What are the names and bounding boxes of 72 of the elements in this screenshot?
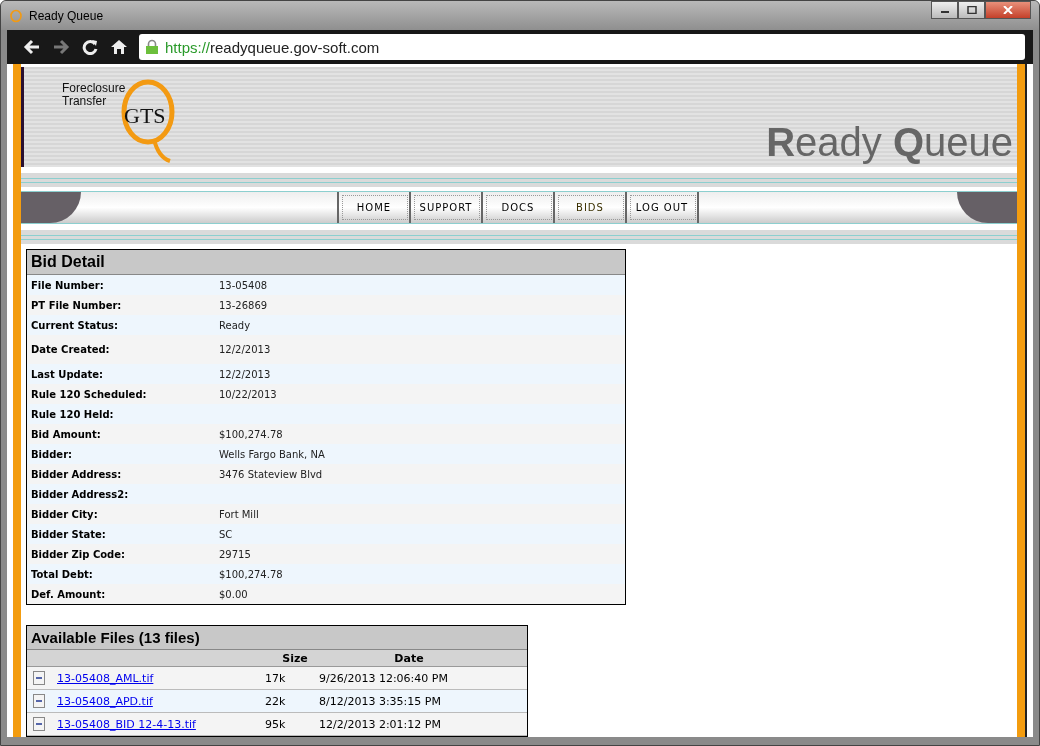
field-label: Bidder Address: <box>30 468 123 480</box>
field-value: 12/2/2013 <box>219 368 271 380</box>
field-value: 29715 <box>219 548 251 560</box>
column-header: Date <box>393 651 425 665</box>
file-link[interactable]: 13-05408_APD.tif <box>57 694 265 708</box>
table-cell-text: 17k <box>265 671 287 685</box>
field-value: 3476 Stateview Blvd <box>219 468 323 480</box>
field-value: 13-05408 <box>219 279 268 291</box>
field-value: $100,274.78 <box>219 568 283 580</box>
field-value: 13-26869 <box>219 299 268 311</box>
field-label: Bid Amount: <box>30 428 102 440</box>
column-header: Size <box>281 651 309 665</box>
maximize-button[interactable] <box>958 1 985 19</box>
table-cell-text: 9/26/2013 12:06:40 PM <box>318 671 449 685</box>
field-label: Bidder City: <box>30 508 99 520</box>
field-label: Def. Amount: <box>30 588 107 600</box>
field-value: Ready <box>219 319 251 331</box>
table-cell-text: 22k <box>265 694 287 708</box>
logo-text: Transfer <box>62 94 107 108</box>
nav-wing-decoration <box>957 192 1017 224</box>
home-icon[interactable] <box>110 39 128 55</box>
close-button[interactable] <box>985 1 1031 19</box>
nav-link[interactable]: SUPPORT <box>411 192 483 224</box>
file-icon <box>33 671 45 685</box>
panel-title: Bid Detail <box>27 250 625 275</box>
forward-icon[interactable] <box>52 39 70 55</box>
field-value: $0.00 <box>219 588 248 600</box>
file-link[interactable]: 13-05408_AML.tif <box>57 671 265 685</box>
table-cell-text: 12/2/2013 2:01:12 PM <box>318 717 442 731</box>
nav-link[interactable]: DOCS <box>483 192 555 224</box>
nav-link[interactable]: BIDS <box>555 192 627 224</box>
nav-link[interactable]: LOG OUT <box>627 192 699 224</box>
site-title: Ready Queue <box>766 120 1014 167</box>
field-label: Current Status: <box>30 319 120 331</box>
close-icon <box>1003 6 1013 14</box>
file-row[interactable]: 13-05408_APD.tif 22k 8/12/2013 3:35:15 PM <box>27 690 527 713</box>
logo-icon <box>9 8 23 23</box>
address-bar[interactable]: https://readyqueue.gov-soft.com <box>139 34 1025 60</box>
reload-icon[interactable] <box>81 39 99 55</box>
field-value: 10/22/2013 <box>219 388 277 400</box>
file-link[interactable]: 13-05408_BID 12-4-13.tif <box>57 717 265 731</box>
back-icon[interactable] <box>23 39 41 55</box>
field-label: PT File Number: <box>30 299 123 311</box>
lock-icon <box>145 39 159 55</box>
field-label: Bidder: <box>30 448 74 460</box>
table-cell-text: 8/12/2013 3:35:15 PM <box>318 694 442 708</box>
logo-text: Foreclosure <box>62 81 126 95</box>
file-row[interactable]: 13-05408_BID 12-4-13.tif 95k 12/2/2013 2:01:12 PM <box>27 713 527 736</box>
file-icon <box>33 717 45 731</box>
nav-link[interactable]: HOME <box>339 192 411 224</box>
field-value: Wells Fargo Bank, NA <box>219 448 325 460</box>
maximize-icon <box>966 6 977 14</box>
minimize-button[interactable] <box>931 1 958 19</box>
field-label: Date Created: <box>30 344 111 355</box>
field-label: Bidder Address2: <box>30 488 130 500</box>
field-value: Fort Mill <box>219 508 259 520</box>
field-label: Bidder Zip Code: <box>30 548 127 560</box>
table-cell-text: 95k <box>265 717 287 731</box>
field-label: Rule 120 Scheduled: <box>30 388 148 400</box>
file-icon <box>33 694 45 708</box>
field-label: Total Debt: <box>30 568 94 580</box>
field-label: Bidder State: <box>30 528 107 540</box>
field-label: Rule 120 Held: <box>30 408 115 420</box>
field-value: 12/2/2013 <box>219 344 271 355</box>
field-value: SC <box>219 528 233 540</box>
window-title: Ready Queue <box>29 8 104 23</box>
panel-title: Available Files (13 files) <box>27 626 527 650</box>
nav-wing-decoration <box>21 192 81 224</box>
field-value: $100,274.78 <box>219 428 283 440</box>
field-label: File Number: <box>30 279 105 291</box>
field-label: Last Update: <box>30 368 105 380</box>
file-row[interactable]: 13-05408_AML.tif 17k 9/26/2013 12:06:40 PM <box>27 667 527 690</box>
